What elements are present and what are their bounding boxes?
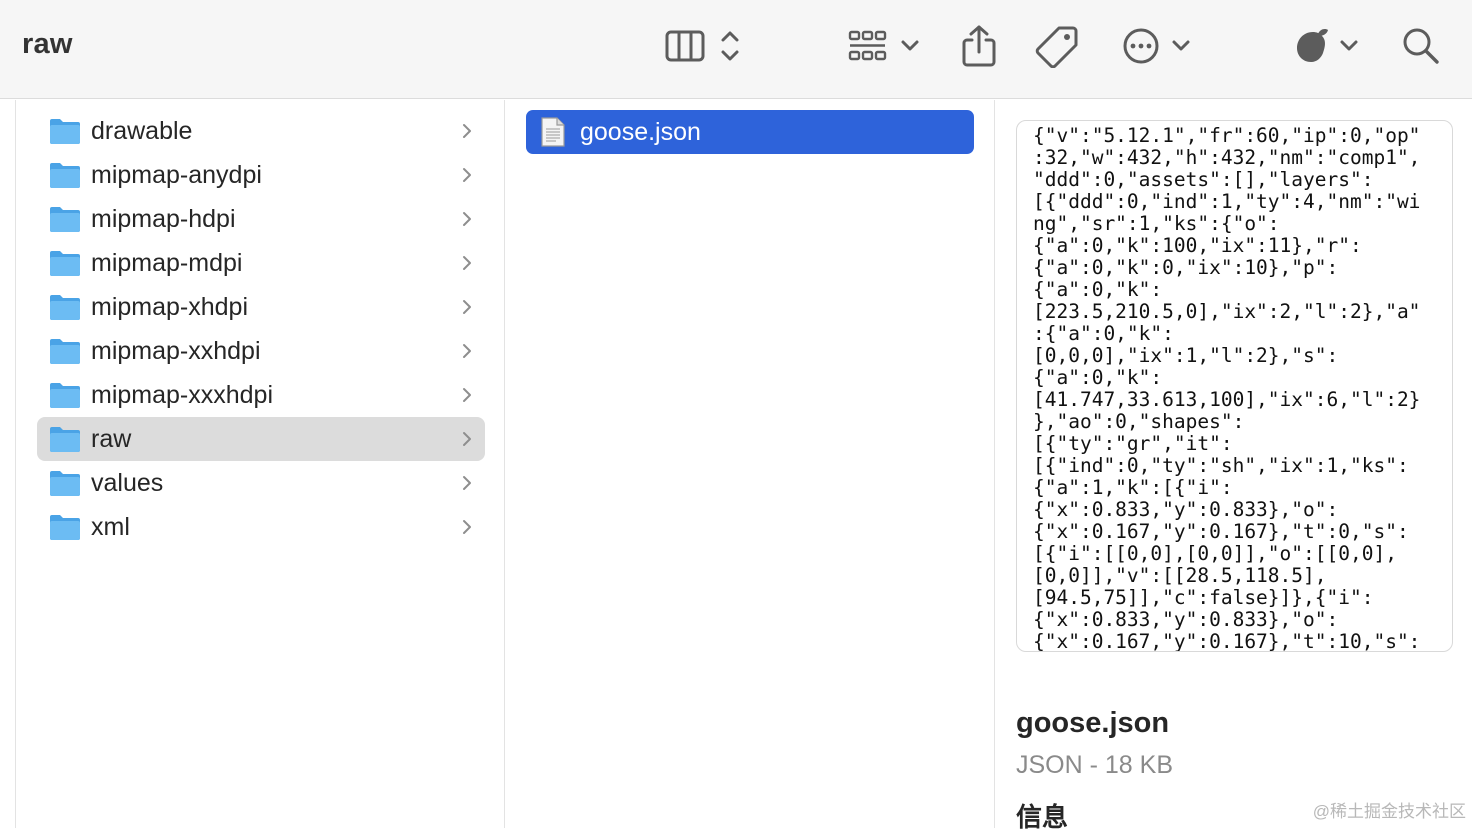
json-preview-text: {"v":"5.12.1","fr":60,"ip":0,"op" :32,"w… (1033, 124, 1421, 652)
folder-row-mipmap-xxxhdpi[interactable]: mipmap-xxxhdpi (37, 373, 485, 417)
folder-label: mipmap-mdpi (91, 249, 243, 277)
info-file-name: goose.json (1016, 707, 1170, 739)
window-title: raw (22, 28, 73, 60)
folder-icon (50, 383, 80, 408)
folder-row-drawable[interactable]: drawable (37, 109, 485, 153)
chevron-right-icon (463, 476, 471, 490)
folder-row-raw[interactable]: raw (37, 417, 485, 461)
group-grid-icon (848, 30, 919, 61)
folder-label: mipmap-anydpi (91, 161, 262, 189)
watermark: @稀土掘金技术社区 (1312, 802, 1466, 821)
search-icon (1403, 28, 1439, 64)
tag-icon (1035, 26, 1078, 68)
chevron-right-icon (463, 344, 471, 358)
more-actions-button[interactable] (1120, 22, 1194, 70)
folder-row-mipmap-xxhdpi[interactable]: mipmap-xxhdpi (37, 329, 485, 373)
preview-column: {"v":"5.12.1","fr":60,"ip":0,"op" :32,"w… (996, 100, 1472, 832)
chevron-right-icon (463, 520, 471, 534)
folder-label: mipmap-xxxhdpi (91, 381, 274, 409)
more-actions-icon (1123, 28, 1190, 64)
chevron-right-icon (463, 432, 471, 446)
folder-icon (50, 295, 80, 320)
tag-button[interactable] (1034, 22, 1080, 70)
file-column: goose.json (506, 100, 995, 828)
chevron-right-icon (463, 124, 471, 138)
folder-row-mipmap-mdpi[interactable]: mipmap-mdpi (37, 241, 485, 285)
folder-icon (50, 339, 80, 364)
chevron-right-icon (463, 212, 471, 226)
folder-row-mipmap-xhdpi[interactable]: mipmap-xhdpi (37, 285, 485, 329)
toolbar: raw (0, 0, 1472, 99)
extension-button[interactable] (1294, 22, 1362, 70)
extension-icon (1297, 29, 1358, 62)
chevron-right-icon (463, 300, 471, 314)
folder-label: raw (91, 425, 132, 453)
folder-label: mipmap-hdpi (91, 205, 236, 233)
view-mode-button[interactable] (662, 22, 748, 70)
info-file-kind-size: JSON - 18 KB (1016, 751, 1173, 779)
folder-label: mipmap-xxhdpi (91, 337, 261, 365)
group-button[interactable] (846, 22, 922, 70)
chevron-right-icon (463, 256, 471, 270)
file-label: goose.json (580, 118, 701, 146)
file-preview[interactable]: {"v":"5.12.1","fr":60,"ip":0,"op" :32,"w… (1016, 120, 1453, 652)
chevron-right-icon (463, 168, 471, 182)
file-row-goose-json[interactable]: goose.json (526, 110, 974, 154)
column-view-icon (665, 30, 739, 62)
chevron-right-icon (463, 388, 471, 402)
folder-label: drawable (91, 117, 193, 145)
folder-label: xml (91, 513, 130, 541)
info-section-title: 信息 (1016, 802, 1069, 832)
folder-row-mipmap-hdpi[interactable]: mipmap-hdpi (37, 197, 485, 241)
folder-icon (50, 119, 80, 144)
folder-icon (50, 251, 80, 276)
folder-icon (50, 471, 80, 496)
share-icon (962, 25, 996, 67)
folder-icon (50, 207, 80, 232)
folder-icon (50, 163, 80, 188)
json-file-icon (541, 117, 565, 147)
folder-label: values (91, 469, 164, 497)
folder-column: drawable mipmap-anydpi mipmap-hdpi mipma… (15, 100, 505, 828)
folder-row-xml[interactable]: xml (37, 505, 485, 549)
share-button[interactable] (958, 22, 1000, 70)
folder-row-values[interactable]: values (37, 461, 485, 505)
folder-icon (50, 427, 80, 452)
folder-icon (50, 515, 80, 540)
folder-row-mipmap-anydpi[interactable]: mipmap-anydpi (37, 153, 485, 197)
folder-label: mipmap-xhdpi (91, 293, 249, 321)
search-button[interactable] (1400, 22, 1442, 70)
